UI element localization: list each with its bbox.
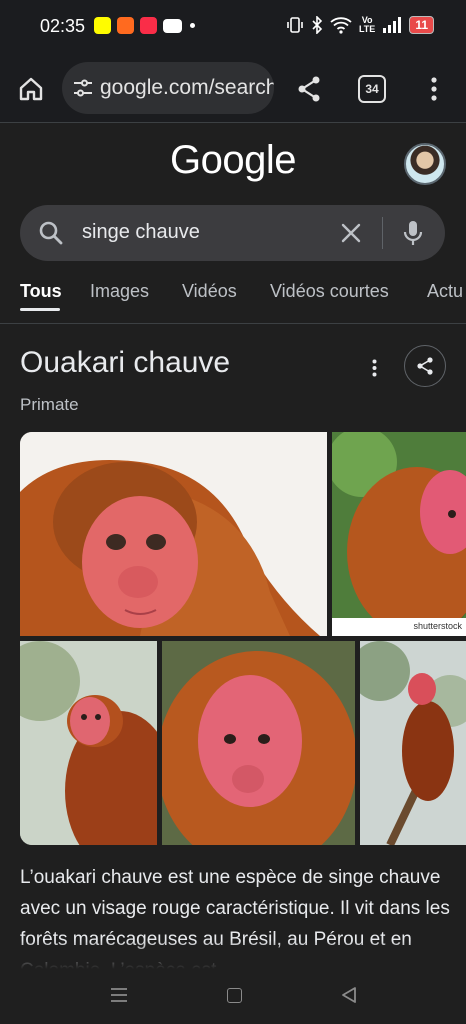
back-icon[interactable] — [340, 986, 358, 1004]
site-settings-icon[interactable] — [72, 76, 94, 100]
search-divider — [382, 217, 383, 249]
search-tabs: Tous Images Vidéos Vidéos courtes Actu — [20, 281, 466, 315]
tab-switcher-button[interactable]: 34 — [358, 75, 386, 103]
active-tab-indicator — [20, 308, 60, 311]
share-icon — [298, 76, 320, 102]
snapchat-icon — [94, 17, 111, 34]
share-icon — [417, 357, 433, 375]
uakari-photo — [162, 641, 355, 845]
volte-indicator: Vo LTE — [358, 15, 376, 34]
mic-icon[interactable] — [402, 219, 424, 247]
browser-toolbar: google.com/search 34 — [0, 56, 466, 122]
nav-home-icon[interactable] — [227, 988, 242, 1003]
uakari-photo — [360, 641, 466, 845]
browser-menu-button[interactable] — [424, 72, 444, 106]
page-title: Ouakari chauve — [20, 346, 231, 379]
vibrate-icon — [287, 17, 303, 33]
system-nav-bar — [0, 972, 466, 1024]
tab-news[interactable]: Actu — [427, 281, 463, 302]
recent-apps-icon[interactable] — [110, 987, 128, 1003]
tab-short-videos[interactable]: Vidéos courtes — [270, 281, 389, 302]
result-image[interactable] — [20, 432, 327, 636]
google-logo[interactable]: Google — [0, 138, 466, 183]
toolbar-divider — [0, 122, 466, 123]
signal-icon — [383, 17, 402, 33]
more-vert-icon — [372, 359, 376, 377]
result-image[interactable] — [162, 641, 355, 845]
url-text: google.com/search — [100, 76, 274, 99]
uakari-photo — [332, 432, 466, 636]
app-icon — [117, 17, 134, 34]
notification-icons — [94, 17, 195, 34]
avatar[interactable] — [404, 143, 446, 185]
tabs-divider — [0, 323, 466, 324]
share-result-button[interactable] — [404, 345, 446, 387]
close-icon[interactable] — [339, 221, 363, 245]
search-icon[interactable] — [38, 220, 64, 246]
tab-videos[interactable]: Vidéos — [182, 281, 237, 302]
tab-images[interactable]: Images — [90, 281, 149, 302]
search-input[interactable]: singe chauve — [82, 221, 200, 244]
status-time: 02:35 — [40, 16, 86, 36]
battery-indicator: 11 — [409, 16, 434, 34]
result-image[interactable]: shutterstock — [332, 432, 466, 636]
description-fade — [0, 940, 466, 974]
address-bar[interactable]: google.com/search — [62, 62, 274, 114]
search-box[interactable]: singe chauve — [20, 205, 445, 261]
more-options-button[interactable] — [364, 355, 384, 381]
entity-type: Primate — [20, 395, 79, 414]
status-bar: 02:35 Vo LTE 11 — [0, 0, 466, 56]
home-button[interactable] — [14, 72, 48, 106]
more-vert-icon — [431, 77, 437, 101]
tab-all[interactable]: Tous — [20, 281, 62, 302]
uakari-photo — [20, 641, 157, 845]
bluetooth-icon — [312, 16, 323, 34]
share-button[interactable] — [292, 72, 326, 106]
result-image[interactable] — [360, 641, 466, 845]
more-notifications-dot — [190, 23, 195, 28]
image-watermark: shutterstock — [332, 618, 466, 636]
music-icon — [140, 17, 157, 34]
system-icons: Vo LTE 11 — [286, 16, 434, 34]
result-image[interactable] — [20, 641, 157, 845]
uakari-photo — [20, 432, 327, 636]
home-icon — [19, 77, 43, 101]
youtube-icon — [163, 18, 182, 33]
wifi-icon — [330, 17, 352, 34]
